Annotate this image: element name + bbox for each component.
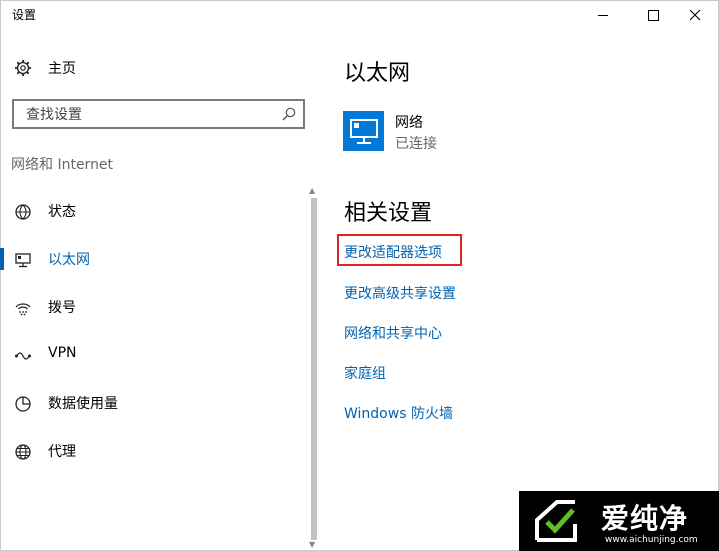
link-windows-firewall[interactable]: Windows 防火墙 (344, 403, 453, 423)
watermark-url: www.aichunjing.com (605, 535, 698, 545)
link-change-adapter-options[interactable]: 更改适配器选项 (344, 242, 442, 262)
search-box[interactable] (12, 99, 305, 129)
page-title: 以太网 (344, 61, 411, 86)
sidebar-item-label: 状态 (48, 204, 76, 220)
sidebar-item-dialup[interactable]: 拨号 (0, 287, 300, 327)
nav-home[interactable]: 主页 (14, 57, 76, 79)
sidebar-item-label: 以太网 (48, 252, 90, 268)
maximize-button[interactable] (630, 0, 676, 30)
sidebar-item-data-usage[interactable]: 数据使用量 (0, 383, 300, 423)
sidebar-item-label: VPN (48, 345, 77, 361)
sidebar-scroll-thumb[interactable] (311, 198, 317, 540)
selection-indicator (0, 248, 4, 270)
ethernet-icon (15, 253, 31, 268)
related-settings-heading: 相关设置 (344, 201, 433, 226)
globe-status-icon (15, 204, 31, 220)
close-icon (689, 9, 701, 21)
network-tile[interactable] (343, 111, 384, 151)
search-input[interactable] (24, 105, 278, 125)
watermark-logo-icon (535, 500, 577, 542)
network-status: 已连接 (395, 136, 437, 152)
scroll-up-arrow-icon[interactable]: ▲ (309, 186, 315, 195)
vpn-icon (15, 352, 31, 360)
ethernet-monitor-icon (350, 119, 378, 144)
sidebar-item-status[interactable]: 状态 (0, 191, 300, 231)
minimize-button[interactable] (580, 0, 626, 30)
section-heading: 网络和 Internet (11, 157, 114, 173)
dialup-icon (15, 303, 31, 316)
maximize-icon (647, 9, 659, 21)
globe-icon (15, 444, 31, 460)
sidebar-item-label: 代理 (48, 444, 76, 460)
nav-home-label: 主页 (48, 61, 76, 77)
link-advanced-sharing[interactable]: 更改高级共享设置 (344, 283, 456, 303)
search-icon[interactable] (281, 106, 297, 122)
network-name[interactable]: 网络 (395, 112, 423, 132)
link-network-sharing-center[interactable]: 网络和共享中心 (344, 323, 442, 343)
watermark: 爱纯净 www.aichunjing.com (519, 491, 719, 551)
link-homegroup[interactable]: 家庭组 (344, 363, 386, 383)
watermark-text: 爱纯净 (601, 502, 689, 535)
close-button[interactable] (672, 0, 718, 30)
scroll-down-arrow-icon[interactable]: ▼ (309, 540, 315, 549)
data-usage-icon (15, 396, 31, 412)
sidebar-item-label: 数据使用量 (48, 396, 118, 412)
window-title: 设置 (12, 8, 37, 22)
sidebar-item-ethernet[interactable]: 以太网 (0, 239, 300, 279)
minimize-icon (598, 14, 608, 16)
sidebar-item-vpn[interactable]: VPN (0, 335, 300, 375)
title-bar: 设置 (0, 0, 719, 30)
sidebar-item-proxy[interactable]: 代理 (0, 431, 300, 471)
sidebar-item-label: 拨号 (48, 300, 76, 316)
gear-icon (15, 60, 31, 76)
